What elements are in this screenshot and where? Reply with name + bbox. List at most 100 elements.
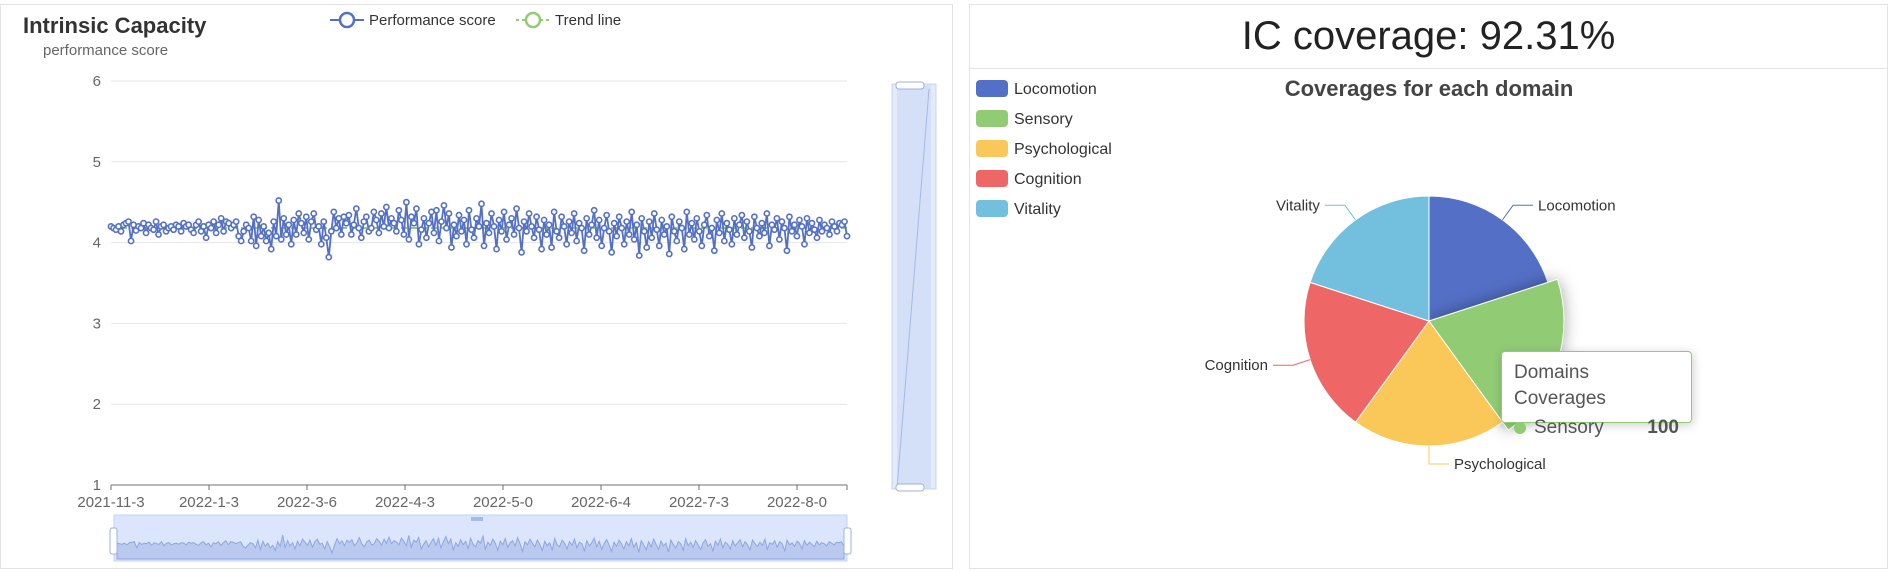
data-point[interactable] — [818, 227, 826, 235]
data-point[interactable] — [342, 219, 350, 227]
data-point[interactable] — [683, 208, 691, 216]
data-point[interactable] — [843, 232, 851, 240]
data-point[interactable] — [563, 240, 571, 248]
data-point[interactable] — [390, 219, 398, 227]
data-point[interactable] — [510, 231, 518, 238]
data-point[interactable] — [715, 229, 723, 237]
data-point[interactable] — [377, 210, 385, 217]
data-point[interactable] — [287, 240, 295, 248]
data-point[interactable] — [545, 221, 553, 229]
data-point[interactable] — [833, 227, 841, 235]
data-point[interactable] — [640, 227, 648, 235]
data-point[interactable] — [295, 210, 303, 217]
data-point[interactable] — [285, 221, 293, 229]
data-point[interactable] — [788, 227, 796, 235]
data-point[interactable] — [232, 218, 240, 225]
data-point[interactable] — [470, 234, 478, 242]
data-point[interactable] — [480, 242, 488, 250]
data-point[interactable] — [518, 248, 525, 256]
data-point[interactable] — [448, 244, 455, 251]
data-point[interactable] — [548, 244, 555, 251]
data-point[interactable] — [352, 205, 360, 213]
data-point[interactable] — [678, 224, 686, 232]
data-point[interactable] — [327, 227, 335, 235]
data-point[interactable] — [155, 231, 162, 238]
data-point[interactable] — [730, 214, 738, 222]
data-point[interactable] — [650, 210, 658, 217]
data-point[interactable] — [743, 218, 751, 225]
data-point[interactable] — [403, 198, 410, 206]
data-point[interactable] — [783, 247, 791, 255]
data-point[interactable] — [473, 214, 480, 222]
data-point[interactable] — [150, 226, 157, 234]
data-point[interactable] — [245, 224, 253, 232]
data-point[interactable] — [375, 229, 383, 237]
data-point[interactable] — [595, 216, 603, 224]
data-point[interactable] — [688, 219, 696, 227]
data-point[interactable] — [583, 214, 591, 222]
data-point[interactable] — [535, 226, 543, 234]
data-point[interactable] — [745, 227, 753, 235]
data-point[interactable] — [142, 229, 150, 237]
data-point[interactable] — [513, 205, 520, 213]
data-point[interactable] — [781, 224, 788, 232]
data-point[interactable] — [530, 234, 538, 242]
data-point[interactable] — [753, 224, 761, 232]
data-point[interactable] — [760, 229, 768, 237]
data-point[interactable] — [310, 210, 318, 217]
data-point[interactable] — [615, 213, 623, 221]
data-point[interactable] — [585, 231, 593, 238]
data-point[interactable] — [125, 218, 132, 225]
y-zoom-handle-top[interactable] — [895, 81, 925, 90]
data-point[interactable] — [345, 211, 353, 219]
data-point[interactable] — [816, 216, 823, 224]
data-point[interactable] — [528, 223, 535, 230]
data-point[interactable] — [260, 223, 268, 230]
data-point[interactable] — [280, 214, 288, 222]
data-point[interactable] — [658, 216, 666, 224]
data-point[interactable] — [455, 211, 463, 219]
data-point[interactable] — [292, 231, 300, 238]
data-point[interactable] — [330, 208, 338, 216]
data-point[interactable] — [240, 227, 248, 235]
data-point[interactable] — [695, 227, 703, 235]
data-point[interactable] — [673, 237, 681, 245]
data-point[interactable] — [725, 226, 733, 234]
data-point[interactable] — [337, 231, 345, 238]
y-zoom-slider[interactable] — [891, 81, 937, 492]
data-point[interactable] — [350, 221, 358, 229]
data-point[interactable] — [190, 229, 198, 237]
data-point[interactable] — [505, 221, 513, 229]
data-point[interactable] — [723, 219, 731, 227]
data-point[interactable] — [750, 213, 758, 221]
data-point[interactable] — [720, 237, 728, 245]
data-point[interactable] — [498, 227, 505, 235]
data-point[interactable] — [653, 226, 661, 234]
data-point[interactable] — [297, 219, 305, 227]
data-point[interactable] — [633, 221, 641, 229]
data-point[interactable] — [202, 234, 210, 242]
data-point[interactable] — [160, 221, 167, 229]
data-point[interactable] — [801, 240, 808, 248]
data-point[interactable] — [362, 213, 370, 221]
data-point[interactable] — [267, 245, 275, 253]
data-point[interactable] — [550, 208, 558, 216]
data-point[interactable] — [786, 213, 793, 221]
data-point[interactable] — [806, 229, 813, 237]
data-point[interactable] — [811, 226, 818, 234]
data-point[interactable] — [408, 213, 415, 221]
data-point[interactable] — [302, 213, 310, 221]
data-point[interactable] — [127, 237, 135, 245]
data-point[interactable] — [588, 221, 596, 229]
data-point[interactable] — [397, 216, 405, 224]
data-point[interactable] — [568, 229, 576, 237]
data-point[interactable] — [277, 235, 285, 243]
data-point[interactable] — [453, 232, 460, 240]
data-point[interactable] — [808, 219, 816, 227]
data-point[interactable] — [300, 229, 308, 237]
data-point[interactable] — [613, 232, 621, 240]
data-point[interactable] — [523, 227, 530, 235]
data-point[interactable] — [257, 232, 265, 240]
data-point[interactable] — [793, 232, 801, 240]
data-point[interactable] — [765, 242, 773, 250]
